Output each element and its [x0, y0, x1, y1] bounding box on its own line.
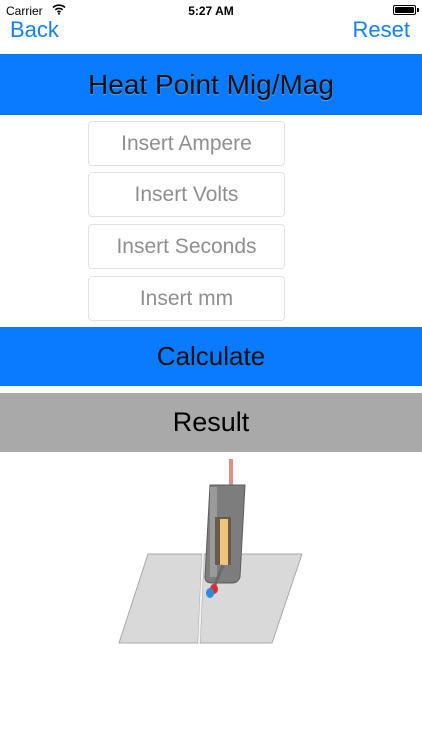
- mig-welding-torch-illustration: [118, 459, 303, 644]
- ampere-input[interactable]: [88, 121, 285, 166]
- result-bar: Result: [0, 393, 422, 452]
- battery-icon: [393, 5, 416, 15]
- clock-time: 5:27 AM: [188, 4, 234, 18]
- arc-blue: [206, 588, 214, 598]
- mm-input[interactable]: [88, 276, 285, 321]
- back-button[interactable]: Back: [10, 17, 59, 43]
- seconds-input[interactable]: [88, 224, 285, 269]
- calculate-button[interactable]: Calculate: [0, 327, 422, 386]
- contact-tip-inner: [220, 519, 228, 565]
- volts-input[interactable]: [88, 172, 285, 217]
- page-title: Heat Point Mig/Mag: [88, 68, 334, 100]
- battery-tip: [417, 8, 419, 12]
- left-plate: [118, 553, 203, 644]
- calculate-label: Calculate: [156, 341, 266, 371]
- reset-button[interactable]: Reset: [353, 17, 410, 43]
- filler-wire: [229, 459, 233, 485]
- result-label: Result: [172, 407, 250, 437]
- page-title-bar: Heat Point Mig/Mag: [0, 54, 422, 115]
